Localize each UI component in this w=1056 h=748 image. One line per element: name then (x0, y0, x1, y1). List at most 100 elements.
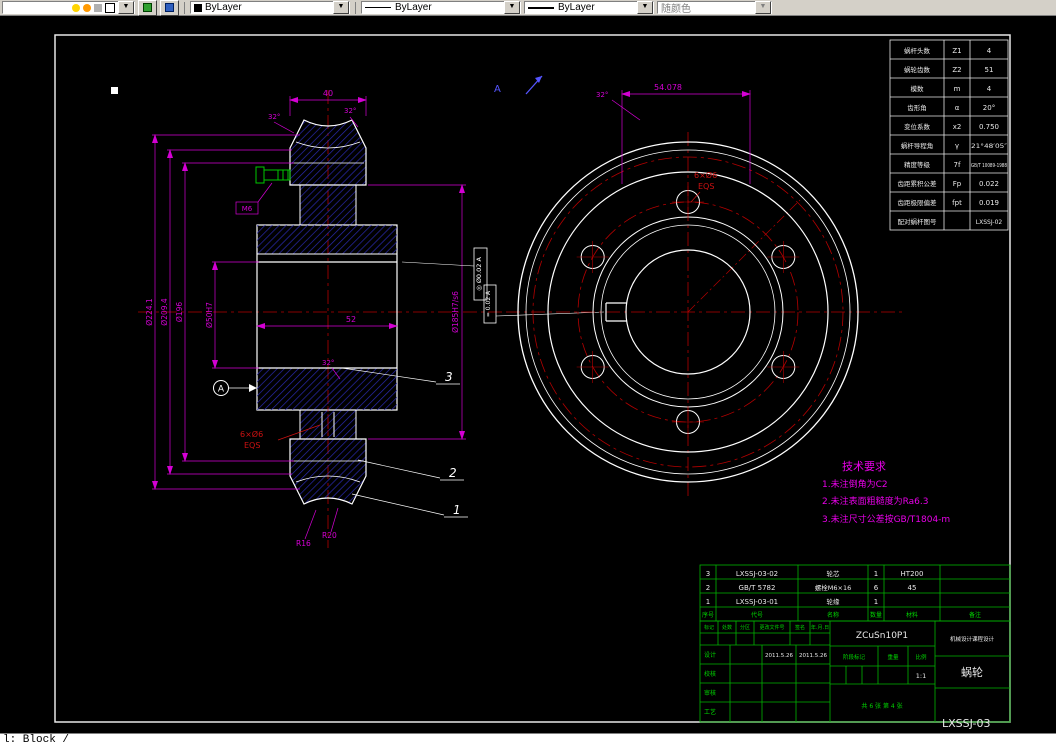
bom-cell: 45 (908, 584, 917, 592)
gear-row-value: 4 (987, 85, 992, 93)
notes-line-3: 3.未注尺寸公差按GB/T1804-m (822, 513, 950, 525)
lineweight-value: ByLayer (558, 2, 595, 13)
gear-row-symbol: γ (955, 142, 959, 150)
gear-row-name: 齿距累积公差 (898, 179, 938, 188)
title-block: 标记 处数 分区 更改文件号 签名 年.月.日 设计 校核 审核 工艺 2011… (699, 620, 1011, 723)
bom-header: 备注 (969, 611, 981, 619)
gear-row-symbol: Z1 (952, 47, 961, 55)
dim-angle-front: 32° (596, 91, 608, 99)
color-dropdown-arrow[interactable]: ▼ (333, 1, 349, 14)
make-layer-current-button[interactable] (138, 0, 157, 16)
gear-row-name: 蜗轮齿数 (904, 65, 931, 74)
gear-row-symbol: α (955, 104, 960, 112)
rev-header: 更改文件号 (759, 624, 784, 631)
technical-notes: 技术要求 1.未注倒角为C2 2.未注表面粗糙度为Ra6.3 3.未注尺寸公差按… (822, 460, 950, 525)
gear-row-name: 齿距极限偏差 (898, 198, 938, 207)
drawing-number: LXSSJ-03 (942, 717, 990, 730)
scale-label: 比例 (915, 653, 927, 661)
gear-row-symbol: x2 (953, 123, 962, 131)
linetype-dropdown-arrow[interactable]: ▼ (504, 1, 520, 14)
front-view: 6×Ø6 EQS 54.078 32° (506, 83, 906, 497)
command-text: l: Block / (3, 734, 70, 746)
toolbar-separator (355, 1, 356, 14)
toolbar: ▼ ByLayer ▼ ByLayer ▼ ByLayer ▼ 随颜色 ▼ (0, 0, 1056, 16)
dim-od-root: Ø196 (175, 302, 184, 322)
gear-row-symbol: m (954, 85, 961, 93)
gear-row-value: 4 (987, 47, 992, 55)
gear-row-value: 0.750 (979, 123, 999, 131)
dim-rim-fit: Ø185H7/s6 (451, 291, 460, 333)
gear-row-name: 模数 (911, 84, 925, 93)
bom-header: 材料 (906, 611, 918, 619)
dim-radius-small: R16 (296, 539, 311, 548)
dim-angle-2: 32° (344, 107, 356, 115)
bom-header: 名称 (827, 611, 839, 619)
sign-label: 校核 (704, 670, 716, 678)
section-mark: A (494, 75, 543, 95)
bom-cell: LXSSJ-03-01 (736, 598, 778, 606)
layer-dropdown-arrow[interactable]: ▼ (118, 1, 134, 14)
lineweight-dropdown-arrow[interactable]: ▼ (637, 1, 653, 14)
gear-row-name: 蜗杆导程角 (901, 141, 934, 150)
lineweight-icon (528, 6, 554, 9)
eqs-label: EQS (244, 441, 260, 450)
layer-lock-icon (94, 3, 102, 12)
linetype-icon (365, 7, 391, 8)
bom-cell: 1 (874, 598, 878, 606)
drawing-svg: A A 40 32° 32° 32° Ø224.1 Ø209.4 Ø196 Ø5… (54, 34, 1011, 730)
color-swatch-icon (194, 3, 202, 12)
rev-header: 分区 (740, 624, 750, 631)
bom-cell: 螺栓M6×16 (815, 583, 851, 592)
dim-od-outer: Ø224.1 (145, 298, 154, 326)
notes-line-1: 1.未注倒角为C2 (822, 478, 888, 490)
bom-cell: 轮芯 (827, 569, 841, 578)
bom-header: 序号 (702, 611, 714, 619)
layer-previous-button[interactable] (160, 0, 179, 16)
linetype-dropdown[interactable]: ByLayer ▼ (361, 1, 521, 14)
datum-flag: A (213, 380, 257, 396)
gear-row-name: 变位系数 (904, 122, 931, 131)
gear-row-value: 21°48′05″ (971, 143, 1008, 150)
color-dropdown[interactable]: ByLayer ▼ (190, 1, 350, 14)
color-value: ByLayer (205, 2, 242, 13)
rev-header: 签名 (795, 624, 805, 631)
drawing-canvas[interactable]: A A 40 32° 32° 32° Ø224.1 Ø209.4 Ø196 Ø5… (0, 16, 1056, 733)
dim-angle-1: 32° (268, 113, 280, 121)
standard-date: 2011.5.26 (799, 653, 827, 659)
bom-cell: 1 (706, 598, 710, 606)
part-name: 蜗轮 (961, 665, 983, 679)
balloon-1: 1 (453, 503, 461, 517)
gear-row-value: GB/T 10089-1988 (971, 163, 1007, 169)
eqs-label-top: EQS (698, 182, 714, 191)
bom-header: 数量 (870, 611, 882, 619)
command-line[interactable]: l: Block / (0, 733, 1056, 748)
balloon-2: 2 (449, 466, 457, 480)
dim-angle-3: 32° (322, 359, 334, 367)
dim-hub-width: 52 (346, 315, 356, 324)
dim-hole-span: 54.078 (654, 83, 682, 92)
dim-screw: M6 (242, 205, 253, 213)
gear-row-value: 0.019 (979, 199, 999, 207)
holes-count-label-top: 6×Ø6 (694, 170, 717, 180)
bom-cell: 轮缘 (827, 597, 841, 606)
notes-line-2: 2.未注表面粗糙度为Ra6.3 (822, 495, 928, 507)
sign-label: 审核 (704, 689, 716, 697)
section-view: A (138, 90, 502, 548)
balloon-numbers: 3 2 1 (445, 370, 461, 517)
sheet-count: 共 6 张 第 4 张 (861, 702, 902, 710)
material-mark: ZCuSn10P1 (856, 631, 908, 641)
layer-dropdown[interactable]: ▼ (2, 1, 135, 14)
bom-cell: GB/T 5782 (739, 584, 776, 592)
gear-row-value: 20° (983, 104, 995, 112)
gear-row-symbol: Fp (953, 180, 962, 188)
gear-row-name: 齿形角 (907, 103, 927, 112)
holes-count-label: 6×Ø6 (240, 429, 263, 439)
section-mark-label: A (494, 84, 501, 95)
rev-header: 标记 (704, 624, 714, 631)
lineweight-dropdown[interactable]: ByLayer ▼ (524, 1, 654, 14)
layer-on-icon (72, 3, 80, 12)
plotstyle-dropdown: 随颜色 ▼ (657, 1, 772, 15)
dim-radius-large: R20 (322, 531, 337, 540)
scale-value: 1:1 (916, 672, 926, 680)
block-insert-marker[interactable] (111, 87, 118, 94)
